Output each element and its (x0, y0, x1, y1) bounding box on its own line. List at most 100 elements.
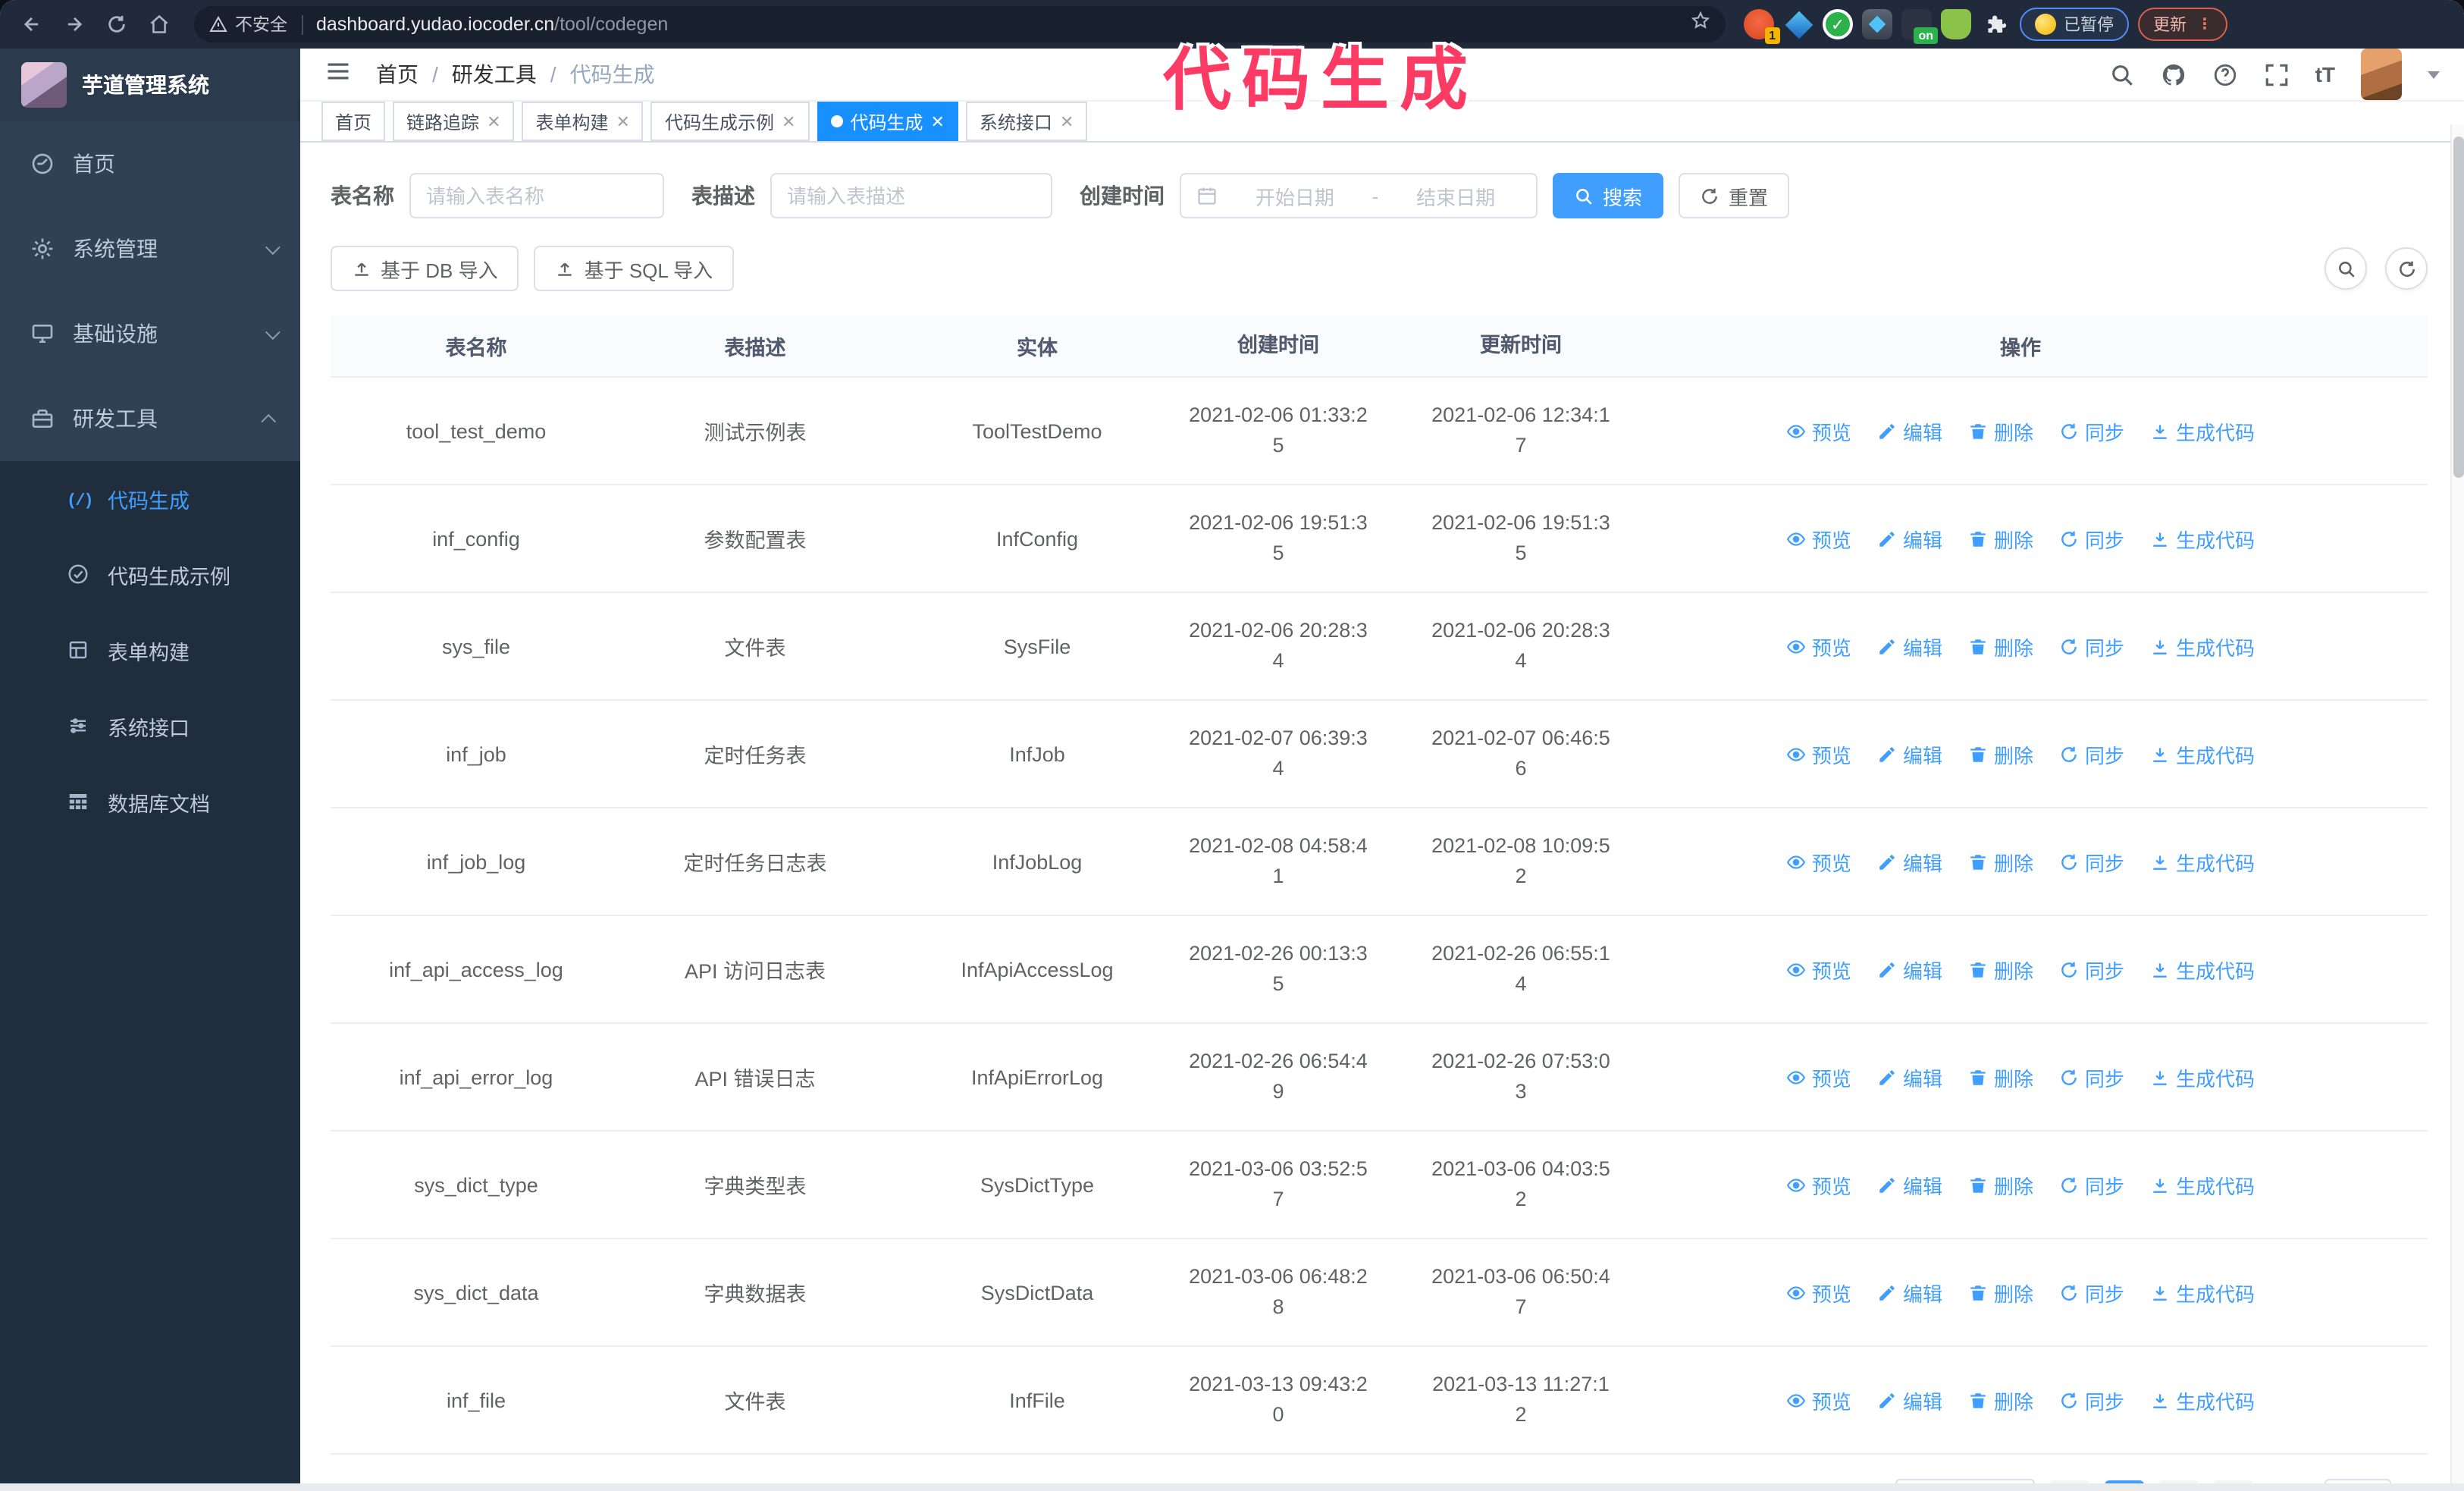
generate-code-link[interactable]: 生成代码 (2150, 1278, 2255, 1307)
avatar[interactable] (2361, 49, 2402, 100)
generate-code-link[interactable]: 生成代码 (2150, 739, 2255, 768)
hamburger-icon[interactable] (324, 57, 352, 92)
generate-code-link[interactable]: 生成代码 (2150, 955, 2255, 984)
extension-icon-orange[interactable]: 1 (1744, 9, 1780, 44)
edit-link[interactable]: 编辑 (1877, 1170, 1942, 1199)
extension-icon-grid[interactable] (1862, 9, 1892, 39)
preview-link[interactable]: 预览 (1786, 1063, 1851, 1091)
sidebar-item-codegen[interactable]: (/) 代码生成 (0, 461, 300, 537)
table-desc-input[interactable] (770, 173, 1052, 218)
sync-link[interactable]: 同步 (2059, 739, 2124, 768)
table-name-input[interactable] (409, 173, 664, 218)
logo-bar[interactable]: 芋道管理系统 (0, 49, 300, 121)
scrollbar-thumb[interactable] (2453, 137, 2464, 478)
preview-link[interactable]: 预览 (1786, 1386, 1851, 1414)
preview-link[interactable]: 预览 (1786, 955, 1851, 984)
tab-codegen[interactable]: 代码生成 ✕ (817, 102, 958, 141)
help-icon[interactable] (2212, 61, 2238, 87)
address-bar[interactable]: 不安全 dashboard.yudao.iocoder.cn/tool/code… (194, 6, 1726, 42)
edit-link[interactable]: 编辑 (1877, 632, 1942, 661)
forward-icon[interactable] (58, 8, 91, 41)
font-size-icon[interactable]: tT (2315, 62, 2335, 86)
extension-icon-switch[interactable]: on (1901, 9, 1938, 44)
sync-link[interactable]: 同步 (2059, 1063, 2124, 1091)
refresh-table-button[interactable] (2385, 247, 2428, 290)
back-icon[interactable] (15, 8, 49, 41)
edit-link[interactable]: 编辑 (1877, 955, 1942, 984)
breadcrumb-home[interactable]: 首页 (376, 59, 419, 89)
tab-codegen-example[interactable]: 代码生成示例 ✕ (650, 102, 810, 141)
edit-link[interactable]: 编辑 (1877, 1063, 1942, 1091)
generate-code-link[interactable]: 生成代码 (2150, 632, 2255, 661)
sync-link[interactable]: 同步 (2059, 524, 2124, 553)
sync-link[interactable]: 同步 (2059, 416, 2124, 445)
sidebar-item-system[interactable]: 系统管理 (0, 206, 300, 291)
delete-link[interactable]: 删除 (1968, 955, 2033, 984)
search-icon[interactable] (2109, 61, 2135, 87)
delete-link[interactable]: 删除 (1968, 632, 2033, 661)
edit-link[interactable]: 编辑 (1877, 739, 1942, 768)
tab-tracing[interactable]: 链路追踪 ✕ (393, 102, 515, 141)
delete-link[interactable]: 删除 (1968, 1063, 2033, 1091)
sidebar-item-codegen-example[interactable]: 代码生成示例 (0, 537, 300, 613)
reset-button[interactable]: 重置 (1679, 173, 1790, 218)
preview-link[interactable]: 预览 (1786, 847, 1851, 876)
bookmark-star-icon[interactable] (1691, 11, 1710, 38)
sync-link[interactable]: 同步 (2059, 847, 2124, 876)
sync-link[interactable]: 同步 (2059, 1386, 2124, 1414)
delete-link[interactable]: 删除 (1968, 1170, 2033, 1199)
date-range-picker[interactable]: 开始日期 - 结束日期 (1180, 173, 1538, 218)
extension-icon-check[interactable]: ✓ (1823, 9, 1853, 39)
preview-link[interactable]: 预览 (1786, 1278, 1851, 1307)
reload-icon[interactable] (100, 8, 133, 41)
sidebar-item-form-builder[interactable]: 表单构建 (0, 613, 300, 689)
sidebar-item-devtools[interactable]: 研发工具 (0, 376, 300, 461)
fullscreen-icon[interactable] (2264, 61, 2290, 87)
not-secure-chip[interactable]: 不安全 (209, 12, 287, 36)
edit-link[interactable]: 编辑 (1877, 1386, 1942, 1414)
sidebar-item-db-doc[interactable]: 数据库文档 (0, 764, 300, 840)
sync-link[interactable]: 同步 (2059, 632, 2124, 661)
sidebar-item-home[interactable]: 首页 (0, 121, 300, 206)
tab-home[interactable]: 首页 (321, 102, 386, 141)
sync-link[interactable]: 同步 (2059, 955, 2124, 984)
github-icon[interactable] (2161, 61, 2187, 87)
tab-form-builder[interactable]: 表单构建 ✕ (522, 102, 644, 141)
delete-link[interactable]: 删除 (1968, 847, 2033, 876)
tab-close-icon[interactable]: ✕ (1060, 111, 1074, 131)
delete-link[interactable]: 删除 (1968, 524, 2033, 553)
page-scrollbar[interactable] (2450, 124, 2464, 1491)
search-button[interactable]: 搜索 (1553, 173, 1664, 218)
tab-close-icon[interactable]: ✕ (930, 111, 944, 131)
update-button[interactable]: 更新 ⋮ (2138, 8, 2227, 41)
preview-link[interactable]: 预览 (1786, 416, 1851, 445)
toggle-search-button[interactable] (2324, 247, 2367, 290)
delete-link[interactable]: 删除 (1968, 416, 2033, 445)
sync-link[interactable]: 同步 (2059, 1170, 2124, 1199)
tab-close-icon[interactable]: ✕ (782, 111, 795, 131)
delete-link[interactable]: 删除 (1968, 1386, 2033, 1414)
delete-link[interactable]: 删除 (1968, 1278, 2033, 1307)
tab-close-icon[interactable]: ✕ (616, 111, 630, 131)
generate-code-link[interactable]: 生成代码 (2150, 1170, 2255, 1199)
extension-icon-diamond[interactable] (1783, 9, 1814, 39)
edit-link[interactable]: 编辑 (1877, 847, 1942, 876)
generate-code-link[interactable]: 生成代码 (2150, 1386, 2255, 1414)
avatar-caret-icon[interactable] (2428, 71, 2440, 84)
paused-badge[interactable]: 已暂停 (2020, 8, 2129, 41)
import-sql-button[interactable]: 基于 SQL 导入 (534, 246, 735, 291)
edit-link[interactable]: 编辑 (1877, 524, 1942, 553)
sidebar-item-api[interactable]: 系统接口 (0, 689, 300, 764)
preview-link[interactable]: 预览 (1786, 632, 1851, 661)
tab-close-icon[interactable]: ✕ (487, 111, 500, 131)
extension-icon-robot[interactable] (1941, 9, 1971, 39)
generate-code-link[interactable]: 生成代码 (2150, 416, 2255, 445)
edit-link[interactable]: 编辑 (1877, 416, 1942, 445)
delete-link[interactable]: 删除 (1968, 739, 2033, 768)
preview-link[interactable]: 预览 (1786, 739, 1851, 768)
extensions-puzzle-icon[interactable] (1980, 9, 2011, 39)
generate-code-link[interactable]: 生成代码 (2150, 524, 2255, 553)
kebab-menu-icon[interactable]: ⋮ (2197, 16, 2212, 33)
import-db-button[interactable]: 基于 DB 导入 (331, 246, 519, 291)
tab-api[interactable]: 系统接口 ✕ (965, 102, 1088, 141)
